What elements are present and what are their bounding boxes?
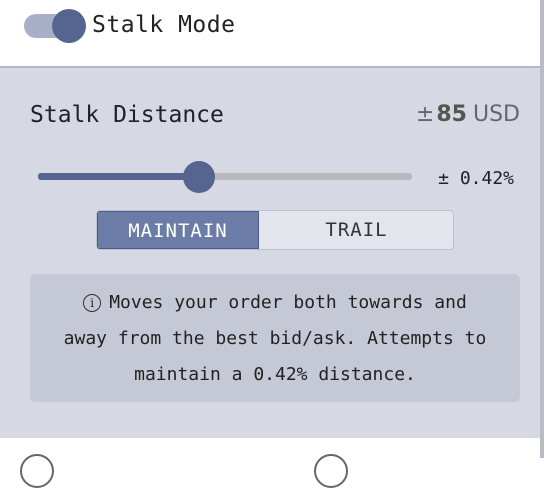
mode-segmented-control: MAINTAIN TRAIL bbox=[96, 210, 454, 250]
info-line: away from the best bid/ask. Attempts to bbox=[63, 328, 487, 349]
stalk-mode-header: Stalk Mode bbox=[0, 0, 540, 66]
info-line: i Moves your order both towards and bbox=[30, 292, 520, 313]
info-line: maintain a 0.42% distance. bbox=[134, 364, 416, 385]
stalk-distance-slider[interactable] bbox=[38, 161, 412, 195]
stalk-mode-label: Stalk Mode bbox=[92, 12, 236, 38]
trail-option[interactable]: TRAIL bbox=[260, 211, 453, 249]
slider-thumb[interactable] bbox=[183, 161, 215, 193]
toggle-knob bbox=[52, 9, 86, 43]
distance-percent: ± 0.42% bbox=[438, 168, 514, 189]
info-line-text: Moves your order both towards and bbox=[109, 292, 467, 313]
stalk-distance-label: Stalk Distance bbox=[30, 102, 224, 128]
stalk-distance-value: ±85 USD bbox=[416, 102, 520, 127]
currency-label: USD bbox=[472, 102, 520, 127]
scrollbar-edge bbox=[540, 0, 544, 458]
stalk-distance-panel: Stalk Distance ±85 USD ± 0.42% MAINTAIN T… bbox=[0, 66, 540, 438]
slider-fill bbox=[38, 173, 199, 180]
radio-circle-icon[interactable] bbox=[20, 454, 54, 488]
next-section-strip bbox=[0, 438, 540, 488]
mode-info-box: i Moves your order both towards and away … bbox=[30, 274, 520, 402]
plus-minus-sign: ± bbox=[415, 102, 435, 127]
maintain-option[interactable]: MAINTAIN bbox=[97, 211, 259, 249]
stalk-mode-toggle[interactable] bbox=[24, 9, 86, 43]
distance-amount: 85 bbox=[436, 102, 467, 127]
radio-circle-icon[interactable] bbox=[314, 454, 348, 488]
info-icon: i bbox=[83, 294, 102, 312]
